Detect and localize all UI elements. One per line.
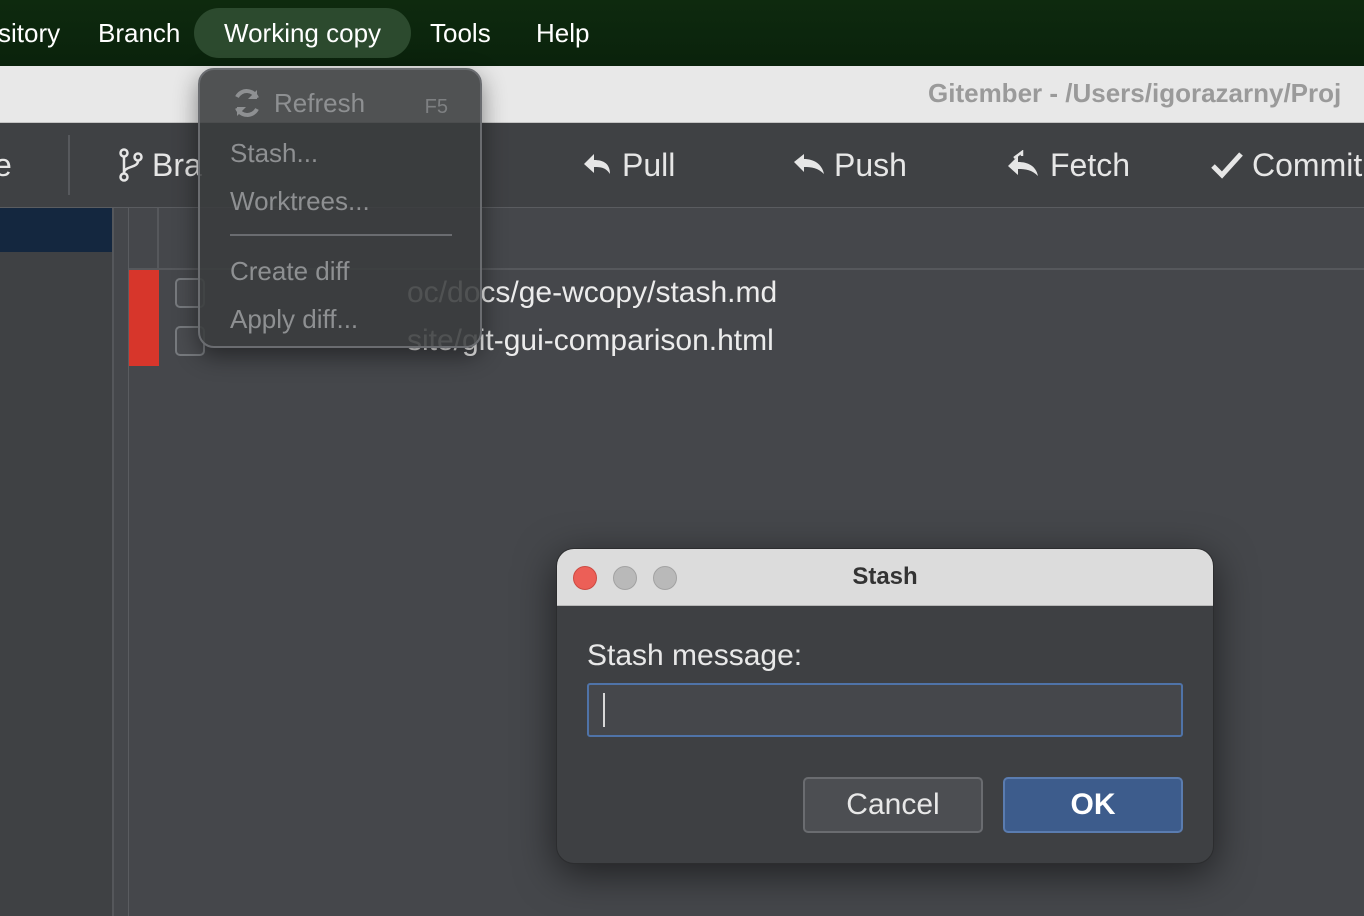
menu-repository[interactable]: sitory <box>0 8 60 58</box>
fetch-button[interactable]: Fetch <box>1004 143 1130 187</box>
dialog-title: Stash <box>852 563 918 590</box>
pull-button[interactable]: Pull <box>580 143 675 187</box>
text-caret <box>603 693 605 727</box>
commit-label: Commit <box>1252 146 1363 183</box>
menu-item-refresh[interactable]: Refresh <box>230 86 365 120</box>
left-panel-selected-item[interactable] <box>0 208 112 252</box>
menu-help[interactable]: Help <box>536 8 589 58</box>
menu-working-copy[interactable]: Working copy <box>194 8 412 58</box>
menu-item-refresh-label: Refresh <box>274 87 366 118</box>
branch-icon <box>119 148 143 182</box>
push-label: Push <box>834 146 907 183</box>
change-marker <box>129 318 159 366</box>
menu-branch[interactable]: Branch <box>98 8 180 58</box>
left-panel <box>0 208 114 916</box>
change-marker <box>129 270 159 318</box>
menu-item-worktrees[interactable]: Worktrees... <box>230 186 370 217</box>
pull-icon <box>584 154 610 174</box>
cancel-button[interactable]: Cancel <box>803 777 983 833</box>
branch-button[interactable]: Bra <box>118 143 202 187</box>
stash-message-input[interactable] <box>587 683 1183 737</box>
pull-label: Pull <box>622 146 676 183</box>
push-button[interactable]: Push <box>790 143 907 187</box>
stash-message-label: Stash message: <box>587 639 803 672</box>
menu-bar: sitory Branch Working copy Tools Help <box>0 0 1364 66</box>
menu-separator <box>230 234 452 236</box>
menu-item-apply-diff[interactable]: Apply diff... <box>230 304 358 335</box>
dialog-titlebar: Stash <box>557 549 1213 606</box>
push-icon <box>794 154 824 174</box>
menu-item-stash[interactable]: Stash... <box>230 138 318 169</box>
toolbar-divider <box>68 135 70 195</box>
branch-label: Bra <box>152 146 202 183</box>
stash-dialog: Stash Stash message: Cancel OK <box>556 548 1214 864</box>
fetch-label: Fetch <box>1050 146 1131 183</box>
toolbar-partial-button[interactable]: e <box>0 143 12 187</box>
menu-item-create-diff[interactable]: Create diff <box>230 256 349 287</box>
working-copy-menu: Refresh F5 Stash... Worktrees... Create … <box>198 68 482 348</box>
header-separator <box>157 208 159 268</box>
toolbar-partial-label: e <box>0 146 12 183</box>
commit-button[interactable]: Commit <box>1210 143 1362 187</box>
window-title: Gitember - /Users/igorazarny/Proj <box>928 78 1342 108</box>
refresh-icon <box>235 89 259 117</box>
check-icon <box>1211 152 1243 179</box>
ok-button[interactable]: OK <box>1003 777 1183 833</box>
fetch-icon <box>1008 150 1038 176</box>
refresh-shortcut: F5 <box>424 96 448 118</box>
menu-tools[interactable]: Tools <box>430 8 491 58</box>
